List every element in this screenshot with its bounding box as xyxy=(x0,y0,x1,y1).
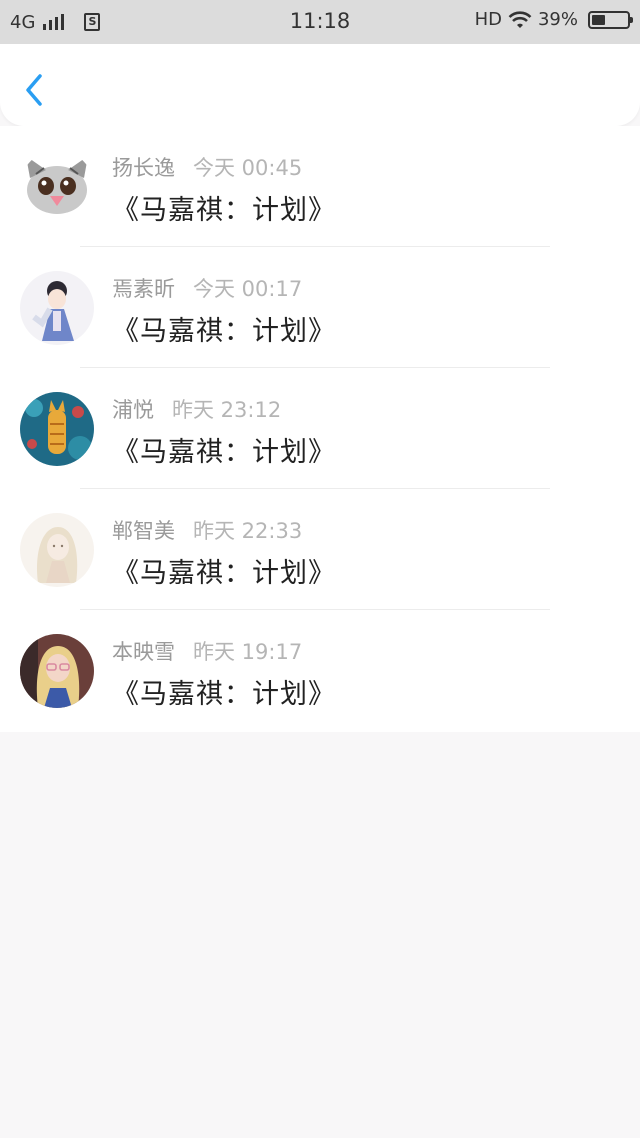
message-text: 《马嘉祺：计划》 xyxy=(112,558,336,589)
sender-name: 本映雪 xyxy=(112,640,175,664)
chevron-left-icon xyxy=(26,74,42,106)
timestamp: 昨天 23:12 xyxy=(172,398,282,422)
item-meta: 焉素昕 今天 00:17 xyxy=(112,273,302,303)
message-text: 《马嘉祺：计划》 xyxy=(112,437,336,468)
item-meta: 扬长逸 今天 00:45 xyxy=(112,152,302,182)
avatar[interactable] xyxy=(20,392,94,466)
list-item[interactable]: 扬长逸 今天 00:45 《马嘉祺：计划》 xyxy=(0,126,640,247)
list-item[interactable]: 郸智美 昨天 22:33 《马嘉祺：计划》 xyxy=(0,489,640,610)
message-text: 《马嘉祺：计划》 xyxy=(112,679,336,710)
timestamp: 昨天 22:33 xyxy=(193,519,303,543)
wifi-icon xyxy=(508,10,532,28)
message-list: 扬长逸 今天 00:45 《马嘉祺：计划》 焉素昕 今天 00:17 《马嘉祺：… xyxy=(0,126,640,732)
avatar[interactable] xyxy=(20,271,94,345)
item-meta: 浦悦 昨天 23:12 xyxy=(112,394,281,424)
message-text: 《马嘉祺：计划》 xyxy=(112,316,336,347)
avatar[interactable] xyxy=(20,634,94,708)
sender-name: 扬长逸 xyxy=(112,156,175,180)
item-meta: 本映雪 昨天 19:17 xyxy=(112,636,302,666)
sender-name: 焉素昕 xyxy=(112,277,175,301)
status-right: HD 39% xyxy=(474,9,633,30)
list-item[interactable]: 焉素昕 今天 00:17 《马嘉祺：计划》 xyxy=(0,247,640,368)
timestamp: 昨天 19:17 xyxy=(193,640,303,664)
back-button[interactable] xyxy=(20,72,50,108)
timestamp: 今天 00:17 xyxy=(193,277,303,301)
timestamp: 今天 00:45 xyxy=(193,156,303,180)
list-item[interactable]: 本映雪 昨天 19:17 《马嘉祺：计划》 xyxy=(0,610,640,731)
battery-icon xyxy=(588,10,633,29)
battery-percent: 39% xyxy=(537,9,578,30)
sender-name: 郸智美 xyxy=(112,519,175,543)
status-bar: 4G S 11:18 HD 39% xyxy=(0,0,640,44)
message-text: 《马嘉祺：计划》 xyxy=(112,195,336,226)
list-item[interactable]: 浦悦 昨天 23:12 《马嘉祺：计划》 xyxy=(0,368,640,489)
nav-bar xyxy=(0,44,640,126)
avatar[interactable] xyxy=(20,513,94,587)
avatar[interactable] xyxy=(20,150,94,224)
item-meta: 郸智美 昨天 22:33 xyxy=(112,515,302,545)
hd-indicator: HD xyxy=(474,9,502,30)
sender-name: 浦悦 xyxy=(112,398,154,422)
